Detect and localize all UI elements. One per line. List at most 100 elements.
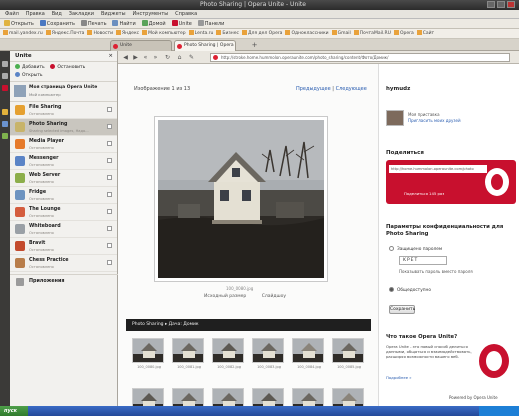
service-toggle[interactable] — [107, 226, 112, 231]
photo-thumbnail[interactable]: 100_0081.jpg — [172, 338, 206, 374]
bookmark-item[interactable]: Мой компьютер — [142, 29, 186, 38]
service-toggle[interactable] — [107, 124, 112, 129]
photo-thumbnail[interactable]: 100_0085.jpg — [332, 338, 366, 374]
menu-file[interactable]: Файл — [5, 10, 19, 19]
more-link[interactable]: Подробнее » — [386, 375, 412, 380]
bookmark-item[interactable]: ПочтаMail.RU — [353, 29, 391, 38]
fastforward-icon[interactable]: » — [152, 54, 159, 61]
service-toggle[interactable] — [107, 243, 112, 248]
bookmark-item[interactable]: Gmail — [331, 29, 351, 38]
menu-tools[interactable]: Инструменты — [132, 10, 168, 19]
photo-thumbnail[interactable]: 100_0082.jpg — [212, 338, 246, 374]
photo-thumbnail[interactable]: 100_0083.jpg — [252, 338, 286, 374]
service-toggle[interactable] — [107, 158, 112, 163]
bookmark-icon — [416, 30, 422, 35]
share-url-field[interactable]: http://home.hummolon.operaunite.com/phot… — [389, 165, 487, 173]
bookmark-item[interactable]: Сайт — [416, 29, 434, 38]
thumbnail-image — [172, 338, 204, 363]
edit-icon[interactable]: ✎ — [188, 54, 195, 61]
home-nav-icon[interactable]: ⌂ — [176, 54, 183, 61]
service-item[interactable]: Messenger Остановлено — [10, 153, 117, 170]
back-icon[interactable]: ◀ — [122, 54, 129, 61]
history-panel-icon[interactable] — [2, 121, 8, 127]
service-toggle[interactable] — [107, 141, 112, 146]
maximize-button[interactable] — [497, 1, 505, 8]
service-item[interactable]: Web Server Остановлено — [10, 170, 117, 187]
service-toggle[interactable] — [107, 175, 112, 180]
bookmark-item[interactable]: mail.yandex.ru — [3, 29, 43, 38]
service-status: Остановлено — [29, 230, 54, 235]
url-field[interactable]: http://stroke.home.hummolon.operaunite.c… — [210, 53, 510, 62]
next-link[interactable]: Следующее — [336, 86, 367, 92]
unite-panel-icon[interactable] — [2, 85, 8, 91]
service-item[interactable]: Whiteboard Остановлено — [10, 221, 117, 238]
applications-link[interactable]: Приложения — [10, 274, 118, 288]
panel-close-icon[interactable]: × — [108, 51, 113, 62]
toolbar-unite[interactable]: Unite — [171, 19, 192, 28]
bookmark-item[interactable]: Opera — [393, 29, 414, 38]
rewind-icon[interactable]: « — [142, 54, 149, 61]
album-breadcrumb[interactable]: Photo Sharing ▸ Дача: Домик — [126, 319, 371, 331]
service-item[interactable]: Media Player Остановлено — [10, 136, 117, 153]
menu-widgets[interactable]: Виджеты — [101, 10, 126, 19]
photo-thumbnail[interactable]: 100_0080.jpg — [132, 338, 166, 374]
close-button[interactable] — [507, 1, 515, 8]
my-unite-page[interactable]: Моя страница Opera Unite Мой компьютер — [10, 82, 117, 102]
toolbar-open[interactable]: Открыть — [4, 19, 34, 28]
bookmark-item[interactable]: Lenta.ru — [188, 29, 213, 38]
open-service-button[interactable]: Открыть — [15, 72, 43, 78]
public-radio[interactable]: Общедоступно — [389, 287, 431, 293]
page-content: ◀ ▶ « » ↻ ⌂ ✎ http://stroke.home.hummolo… — [118, 51, 519, 416]
bookmarks-panel-icon[interactable] — [2, 61, 8, 67]
thumbnail-label: 100_0083.jpg — [257, 365, 281, 369]
main-photo[interactable] — [154, 116, 328, 282]
notes-panel-icon[interactable] — [2, 109, 8, 115]
toolbar-print[interactable]: Печать — [80, 19, 107, 28]
forward-icon[interactable]: ▶ — [132, 54, 139, 61]
service-toggle[interactable] — [107, 209, 112, 214]
slideshow-link[interactable]: Слайдшоу — [262, 294, 286, 299]
menu-bookmarks[interactable]: Закладки — [69, 10, 94, 19]
bookmark-item[interactable]: Для дел Opera — [241, 29, 282, 38]
menu-help[interactable]: Справка — [175, 10, 197, 19]
service-toggle[interactable] — [107, 192, 112, 197]
save-button[interactable]: Сохранить — [389, 305, 415, 314]
stop-service-button[interactable]: Остановить — [50, 64, 85, 70]
photo-thumbnail[interactable]: 100_0084.jpg — [292, 338, 326, 374]
show-password-checkbox[interactable]: Показывать пароль вместо пароля — [399, 269, 473, 274]
toolbar-home[interactable]: Домой — [141, 19, 166, 28]
bookmark-item[interactable]: Яндекс — [116, 29, 139, 38]
bookmark-item[interactable]: Бизнес — [216, 29, 239, 38]
toolbar-find[interactable]: Найти — [112, 19, 136, 28]
toolbar-panels[interactable]: Панели — [197, 19, 224, 28]
service-item[interactable]: The Lounge Остановлено — [10, 204, 117, 221]
original-size-link[interactable]: Исходный размер — [204, 294, 246, 299]
tab-unite[interactable]: Unite — [110, 40, 172, 51]
service-toggle[interactable] — [107, 260, 112, 265]
minimize-button[interactable] — [487, 1, 495, 8]
reload-icon[interactable]: ↻ — [164, 54, 171, 61]
toolbar-save[interactable]: Сохранить — [39, 19, 75, 28]
password-radio[interactable]: Защищено паролем — [389, 246, 442, 252]
service-item[interactable]: Bravit Остановлено — [10, 238, 117, 255]
new-tab-button[interactable]: + — [250, 41, 259, 50]
tab-photo-sharing[interactable]: Photo Sharing | Opera Unite — [174, 40, 236, 51]
start-button[interactable]: пуск — [0, 406, 28, 416]
service-toggle[interactable] — [107, 107, 112, 112]
downloads-panel-icon[interactable] — [2, 133, 8, 139]
bookmark-icon — [142, 30, 148, 35]
add-service-button[interactable]: Добавить — [15, 64, 45, 70]
mail-panel-icon[interactable] — [2, 73, 8, 79]
invite-friends-link[interactable]: Пригласить моих друзей — [408, 118, 461, 123]
bookmark-item[interactable]: Яндекс.Почта — [45, 29, 84, 38]
password-field[interactable]: KPET — [399, 256, 447, 265]
service-item[interactable]: Chess Practice Остановлено — [10, 255, 117, 272]
bookmark-item[interactable]: Одноклассники — [285, 29, 329, 38]
menu-view[interactable]: Вид — [52, 10, 62, 19]
service-item[interactable]: Photo Sharing Sharing selected images, На… — [10, 119, 117, 136]
menu-edit[interactable]: Правка — [26, 10, 45, 19]
bookmark-item[interactable]: Новости — [87, 29, 113, 38]
service-item[interactable]: Fridge Остановлено — [10, 187, 117, 204]
prev-link[interactable]: Предыдущее — [296, 86, 331, 92]
service-item[interactable]: File Sharing Остановлено — [10, 102, 117, 119]
